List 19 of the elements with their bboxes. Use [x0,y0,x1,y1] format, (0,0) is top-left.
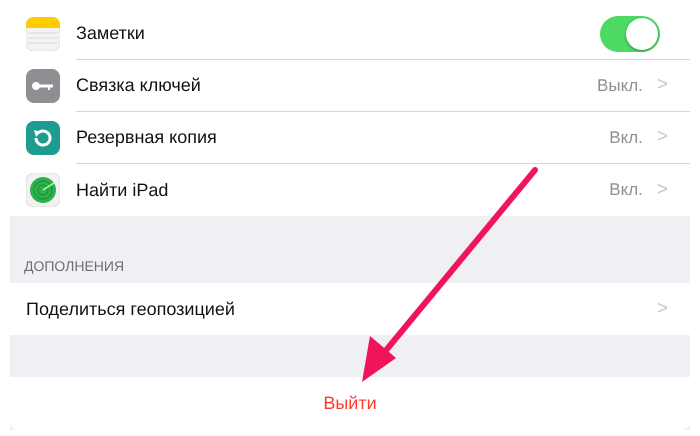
radar-icon [26,173,60,207]
setting-label[interactable]: Поделиться геопозицией [26,296,657,322]
chevron-icon: > [656,294,668,324]
key-icon [26,69,60,103]
setting-label[interactable]: Найти iPad [76,176,610,204]
status-value: Выкл. [597,74,643,97]
sign-out-button[interactable]: Выйти [10,377,690,430]
chevron-icon: > [656,123,668,152]
backup-icon [26,121,60,155]
chevron-icon: > [656,176,668,204]
status-value: Вкл. [609,126,643,149]
chevron-icon: > [656,71,668,100]
toggle-switch[interactable] [600,16,660,52]
status-value: Вкл. [609,179,643,202]
setting-label[interactable]: Заметки [76,20,600,47]
setting-label[interactable]: Резервная копия [76,124,610,151]
setting-label[interactable]: Связка ключей [76,72,598,99]
section-header: ДОПОЛНЕНИЯ [23,257,126,276]
notes-icon [26,17,60,51]
